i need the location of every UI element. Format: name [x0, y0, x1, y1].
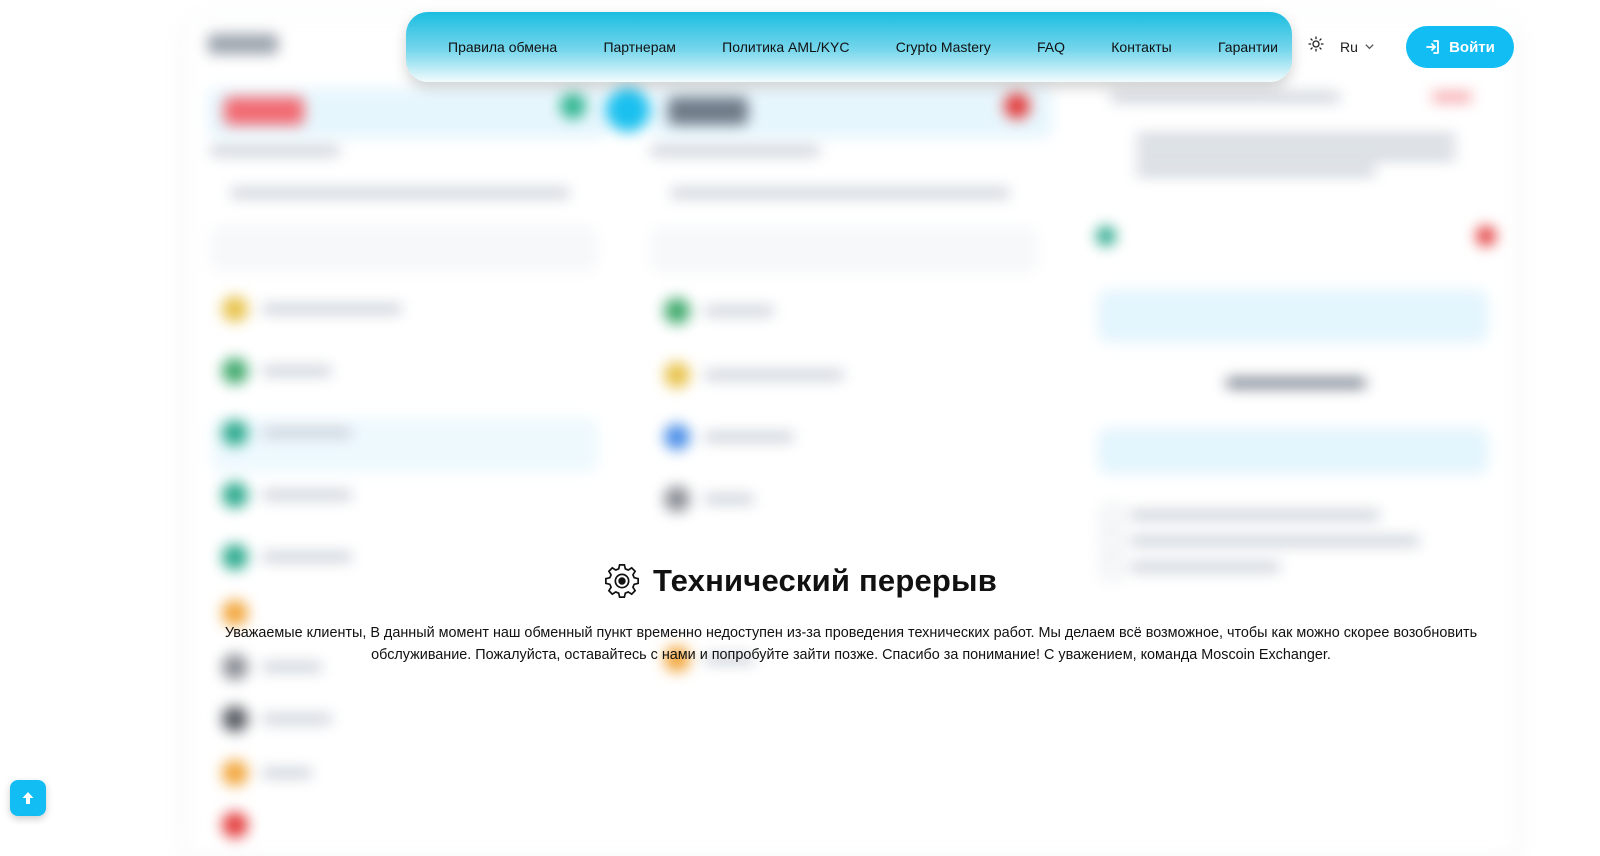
- bg-line: [262, 366, 332, 376]
- bg-line: [1110, 92, 1340, 102]
- bg-row-selected: [212, 418, 598, 472]
- blurred-exchange-background: [0, 0, 1600, 856]
- bg-coin: [222, 482, 248, 508]
- bg-send-value: [224, 97, 304, 125]
- bg-swap-button: [606, 88, 650, 132]
- bg-line: [1136, 134, 1456, 144]
- bg-line: [704, 494, 754, 504]
- bg-line: [1136, 166, 1376, 176]
- bg-line: [262, 768, 312, 778]
- bg-line: [230, 188, 570, 198]
- bg-line: [704, 432, 794, 442]
- header-utilities: Ru: [1308, 36, 1375, 57]
- arrow-up-icon: [22, 792, 34, 804]
- bg-line: [262, 552, 352, 562]
- language-label: Ru: [1340, 38, 1358, 55]
- bg-coin: [1476, 226, 1496, 246]
- bg-line: [1226, 378, 1366, 388]
- bg-heading: [208, 34, 278, 54]
- nav-link-partners[interactable]: Партнерам: [603, 39, 675, 55]
- bg-line: [704, 370, 844, 380]
- bg-checkbox: [1102, 532, 1122, 552]
- maintenance-heading: Технический перерыв: [0, 562, 1600, 600]
- bg-coin: [222, 358, 248, 384]
- sun-icon[interactable]: [1308, 36, 1324, 57]
- bg-checkbox: [1102, 506, 1122, 526]
- bg-line: [650, 146, 820, 156]
- scroll-to-top-button[interactable]: [10, 780, 46, 816]
- nav-link-faq[interactable]: FAQ: [1037, 39, 1065, 55]
- nav-link-aml-kyc[interactable]: Политика AML/KYC: [722, 39, 849, 55]
- main-navigation: Правила обмена Партнерам Политика AML/KY…: [406, 12, 1292, 82]
- maintenance-title: Технический перерыв: [653, 563, 997, 598]
- bg-search: [652, 228, 1036, 270]
- bg-coin: [1096, 226, 1116, 246]
- bg-coin: [222, 760, 248, 786]
- bg-coin: [222, 706, 248, 732]
- nav-link-contacts[interactable]: Контакты: [1111, 39, 1171, 55]
- nav-link-guarantees[interactable]: Гарантии: [1218, 39, 1278, 55]
- bg-coin: [222, 812, 248, 838]
- bg-coin: [1004, 93, 1030, 119]
- chevron-down-icon: [1365, 44, 1374, 50]
- gear-icon: [605, 563, 640, 599]
- bg-search: [212, 226, 596, 268]
- bg-coin: [664, 486, 690, 512]
- bg-line: [704, 306, 774, 316]
- bg-coin: [664, 424, 690, 450]
- bg-line: [262, 490, 352, 500]
- bg-line: [1130, 536, 1420, 546]
- bg-line: [262, 304, 402, 314]
- language-selector[interactable]: Ru: [1340, 39, 1375, 55]
- bg-line: [210, 146, 340, 156]
- bg-line: [1432, 92, 1472, 102]
- bg-coin: [664, 298, 690, 324]
- bg-coin: [560, 93, 586, 119]
- login-button[interactable]: Войти: [1406, 26, 1514, 68]
- bg-coin: [664, 362, 690, 388]
- bg-select: [1098, 290, 1488, 342]
- bg-line: [670, 188, 1010, 198]
- bg-line: [1130, 510, 1380, 520]
- bg-field: [1098, 428, 1488, 474]
- nav-link-exchange-rules[interactable]: Правила обмена: [448, 39, 557, 55]
- bg-receive-value: [668, 97, 748, 125]
- bg-line: [262, 428, 352, 438]
- login-arrow-icon: [1426, 40, 1439, 54]
- bg-coin: [222, 296, 248, 322]
- login-label: Войти: [1449, 38, 1495, 56]
- bg-line: [262, 714, 332, 724]
- maintenance-message: Уважаемые клиенты, В данный момент наш о…: [224, 625, 1478, 663]
- nav-link-crypto-mastery[interactable]: Crypto Mastery: [896, 39, 991, 55]
- bg-coin: [222, 420, 248, 446]
- bg-line: [1136, 150, 1456, 160]
